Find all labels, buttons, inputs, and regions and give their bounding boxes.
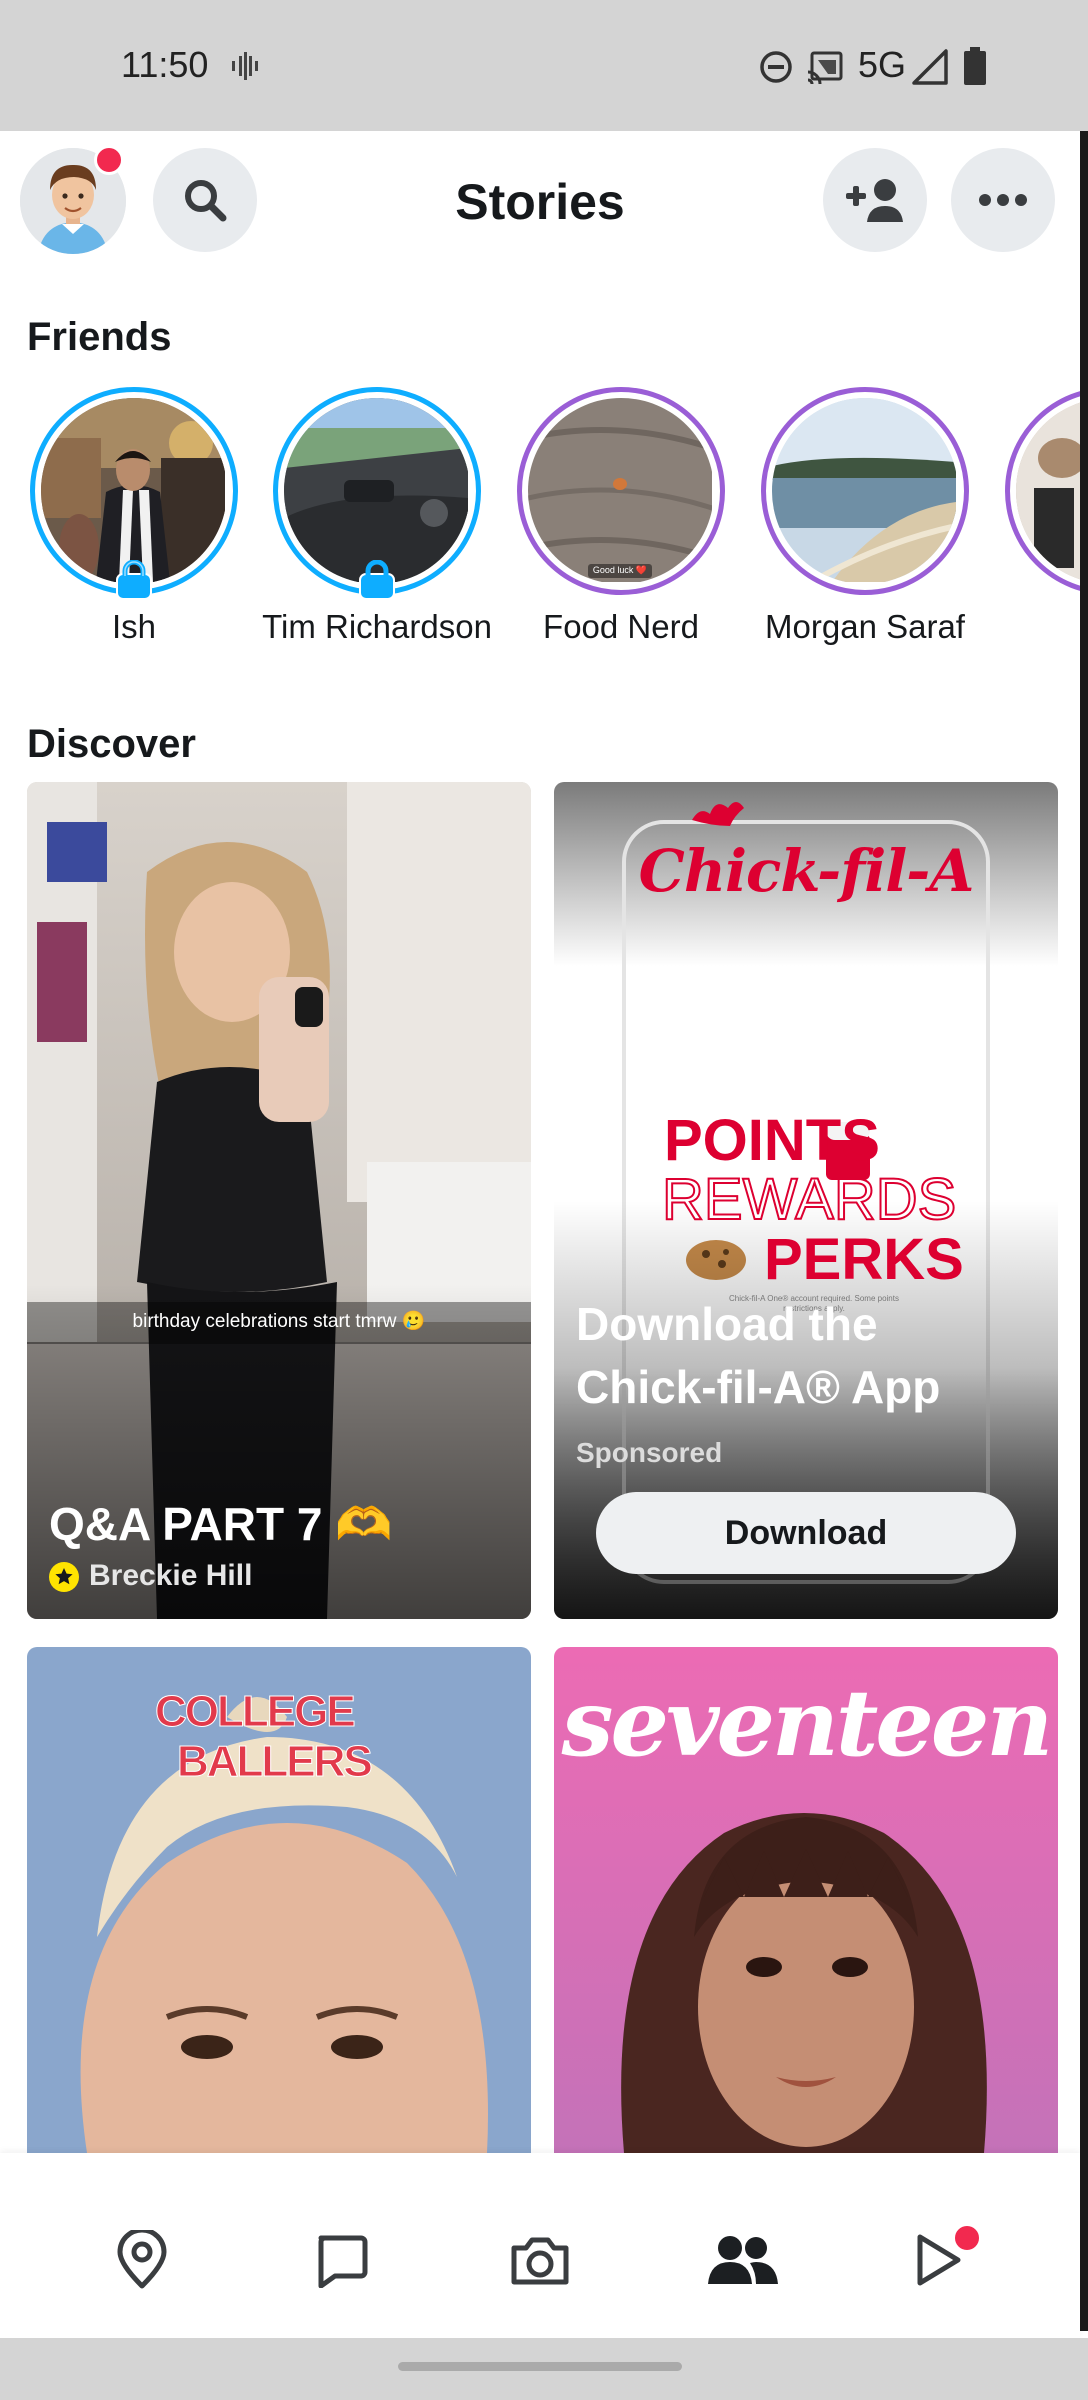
ad-title-line-2: Chick-fil-A® App <box>576 1361 941 1413</box>
discover-section-title: Discover <box>27 722 196 766</box>
battery-icon <box>964 47 986 85</box>
friend-name: Ki <box>993 608 1080 646</box>
status-time: 11:50 <box>121 44 209 85</box>
friend-story-ish[interactable]: Ish <box>18 380 248 700</box>
friend-name: Food Nerd <box>543 608 699 645</box>
friend-story-food-nerd[interactable]: Good luck ❤️ Food Nerd <box>505 380 735 700</box>
lock-icon <box>116 560 152 600</box>
more-icon <box>979 194 1027 206</box>
discover-tile-college-ballers[interactable]: COLLEGE BALLERS <box>27 1647 531 2153</box>
nav-stories[interactable] <box>706 2227 780 2293</box>
nav-camera[interactable] <box>507 2227 573 2293</box>
discover-tile-title: Q&A PART 7 🫶 <box>49 1498 393 1550</box>
ad-title-line-1: Download the <box>576 1298 878 1350</box>
tile-banner-line-1: COLLEGE <box>155 1687 357 1737</box>
friend-story-thumbnail <box>772 398 958 584</box>
poster-line-perks: PERKS <box>764 1227 964 1292</box>
friend-story-thumbnail <box>1016 398 1080 584</box>
notification-dot <box>94 145 124 175</box>
signal-icon <box>912 49 948 85</box>
download-button[interactable]: Download <box>596 1492 1016 1574</box>
bottom-navigation <box>0 2153 1080 2338</box>
friend-story-tim-richardson[interactable]: Tim Richardson <box>261 380 492 700</box>
story-ring <box>1005 387 1080 595</box>
story-caption: birthday celebrations start tmrw 🥲 <box>132 1311 426 1332</box>
status-bar: 11:50 5G <box>0 0 1088 131</box>
map-icon <box>117 2230 167 2289</box>
friend-story-morgan-saraf[interactable]: Morgan Saraf <box>749 380 979 700</box>
poster-line-points: POINTS <box>664 1108 880 1173</box>
friend-story-thumbnail <box>284 398 470 584</box>
friend-name: Ish <box>111 608 157 645</box>
discover-tile-seventeen[interactable]: seventeen <box>554 1647 1058 2153</box>
gesture-navigation-bar <box>0 2338 1088 2400</box>
camera-icon <box>511 2237 569 2285</box>
friend-name: Tim Richardson <box>262 608 492 645</box>
do-not-disturb-icon <box>760 51 792 83</box>
add-friend-button[interactable] <box>823 148 927 252</box>
tile-banner-line-2: BALLERS <box>177 1737 374 1787</box>
home-gesture-handle[interactable] <box>398 2362 682 2371</box>
cast-icon <box>807 51 843 84</box>
add-friend-icon <box>846 179 903 222</box>
friends-stories-row[interactable]: Ish Tim Richardson Good luck ❤️ Food Ner… <box>0 380 1080 700</box>
sponsored-label: Sponsored <box>576 1437 723 1468</box>
notification-dot <box>952 2223 982 2253</box>
vibrate-icon <box>232 52 258 80</box>
star-badge-icon <box>49 1562 79 1592</box>
stories-header: Stories <box>0 131 1080 281</box>
publisher-name: Breckie Hill <box>89 1559 253 1592</box>
more-options-button[interactable] <box>951 148 1055 252</box>
friends-section-title: Friends <box>27 315 172 359</box>
nav-map[interactable] <box>109 2227 175 2293</box>
story-ring <box>761 387 969 595</box>
screen-edge <box>1080 131 1088 2331</box>
discover-tile-breckie-hill[interactable]: birthday celebrations start tmrw 🥲 Q&A P… <box>27 782 531 1619</box>
chat-icon <box>318 2235 368 2288</box>
magazine-masthead: seventeen <box>561 1669 1054 1777</box>
friend-story-thumbnail: Good luck ❤️ <box>528 398 714 584</box>
network-type: 5G <box>858 44 907 85</box>
friend-story-thumbnail <box>41 398 227 584</box>
discover-tile-chick-fil-a-ad[interactable]: Chick-fil-A POINTS REWARDS PERKS Chick-f… <box>554 782 1058 1619</box>
friend-name: Morgan Saraf <box>765 608 965 645</box>
nav-chat[interactable] <box>308 2227 374 2293</box>
friend-story-ki[interactable]: Ki <box>993 380 1080 700</box>
poster-line-rewards: REWARDS <box>661 1166 957 1233</box>
lock-icon <box>359 560 395 600</box>
stories-icon <box>708 2236 778 2284</box>
story-ring: Good luck ❤️ <box>517 387 725 595</box>
discover-tile-thumbnail <box>27 782 531 1619</box>
brand-logo: Chick-fil-A <box>638 837 975 905</box>
story-caption: Good luck ❤️ <box>592 565 648 575</box>
